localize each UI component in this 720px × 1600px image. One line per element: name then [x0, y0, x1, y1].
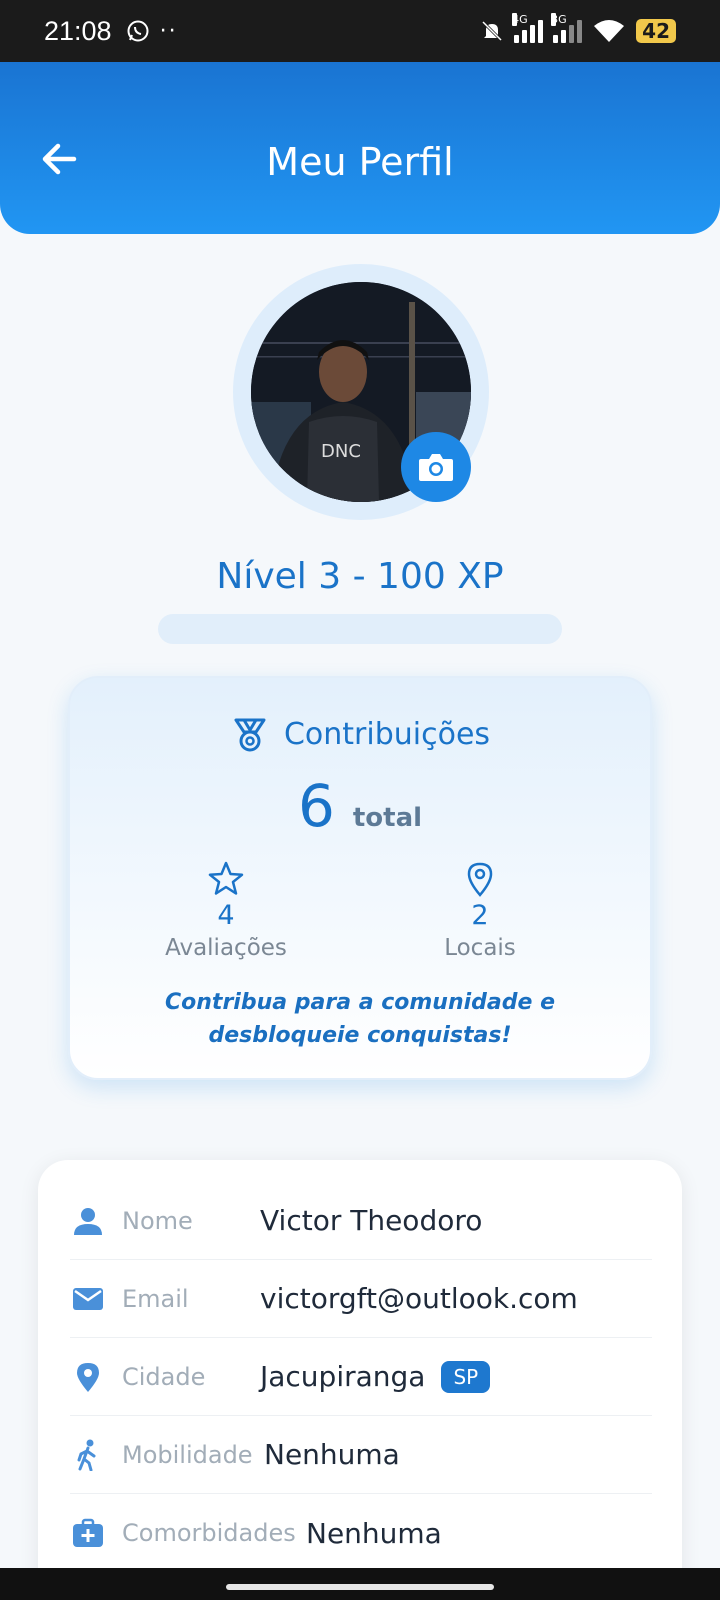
stat-places-label: Locais: [444, 935, 516, 961]
battery-indicator: 42: [636, 19, 676, 43]
email-icon: [73, 1287, 103, 1310]
info-value-mobility: Nenhuma: [264, 1438, 400, 1471]
notification-dots: ··: [159, 18, 178, 44]
info-value-email: victorgft@outlook.com: [260, 1282, 578, 1315]
walking-icon: [77, 1439, 96, 1471]
info-label-mobility: Mobilidade: [122, 1440, 253, 1469]
state-badge: SP: [441, 1360, 491, 1393]
svg-text:DNC: DNC: [321, 441, 361, 462]
mute-bell-icon: [482, 20, 503, 42]
info-row-mobility: Mobilidade Nenhuma: [70, 1416, 652, 1494]
stat-reviews: 4 Avaliações: [126, 860, 326, 961]
star-icon: [208, 861, 244, 895]
whatsapp-icon: [127, 20, 149, 42]
person-icon: [74, 1207, 102, 1235]
info-row-email: Email victorgft@outlook.com: [70, 1260, 652, 1338]
info-row-name: Nome Victor Theodoro: [70, 1182, 652, 1260]
info-label-name: Nome: [122, 1206, 193, 1235]
profile-info-card: Nome Victor Theodoro Email victorgft@out…: [38, 1160, 682, 1600]
stat-places: 2 Locais: [380, 860, 580, 961]
stat-reviews-label: Avaliações: [165, 935, 287, 961]
medal-icon: [234, 718, 266, 752]
contributions-title: Contribuições: [283, 716, 491, 752]
home-gesture-handle[interactable]: [226, 1584, 494, 1590]
info-value-city: Jacupiranga: [260, 1360, 426, 1393]
stat-reviews-value: 4: [217, 900, 235, 931]
info-row-comorbidities: Comorbidades Nenhuma: [70, 1494, 652, 1572]
stat-places-value: 2: [471, 900, 489, 931]
contributions-message: Contribua para a comunidade e desbloquei…: [165, 990, 555, 1048]
info-value-name: Victor Theodoro: [260, 1204, 483, 1237]
medical-kit-icon: [73, 1518, 103, 1547]
info-row-city: Cidade Jacupiranga SP: [70, 1338, 652, 1416]
change-photo-button[interactable]: [401, 432, 471, 502]
page-title: Meu Perfil: [266, 140, 454, 184]
info-label-email: Email: [122, 1284, 189, 1313]
contributions-total: 6 total: [70, 772, 650, 840]
level-text: Nível 3 - 100 XP: [216, 556, 504, 597]
signal-4g-label: 4G: [512, 13, 528, 26]
contributions-card: Contribuições 6 total 4 Avaliações 2 Loc…: [68, 676, 652, 1080]
wifi-icon: [594, 20, 625, 42]
status-bar: 21:08 ·· 4G 3G 42: [0, 0, 720, 62]
signal-4g-icon: 4G: [512, 13, 544, 43]
info-value-comorbidities: Nenhuma: [306, 1516, 442, 1550]
info-label-comorbidities: Comorbidades: [122, 1519, 296, 1547]
xp-progress-bar: [158, 614, 562, 644]
contributions-header: Contribuições: [70, 714, 650, 754]
map-pin-icon: [467, 862, 493, 897]
signal-3g-icon: 3G: [551, 13, 583, 43]
app-header: Meu Perfil: [0, 62, 720, 234]
location-icon: [77, 1362, 99, 1392]
status-time: 21:08: [44, 15, 112, 46]
signal-3g-label: 3G: [551, 13, 567, 26]
contributions-total-number: 6: [297, 772, 335, 840]
contributions-total-label: total: [352, 803, 423, 833]
camera-icon: [419, 454, 453, 481]
info-label-city: Cidade: [122, 1362, 206, 1391]
